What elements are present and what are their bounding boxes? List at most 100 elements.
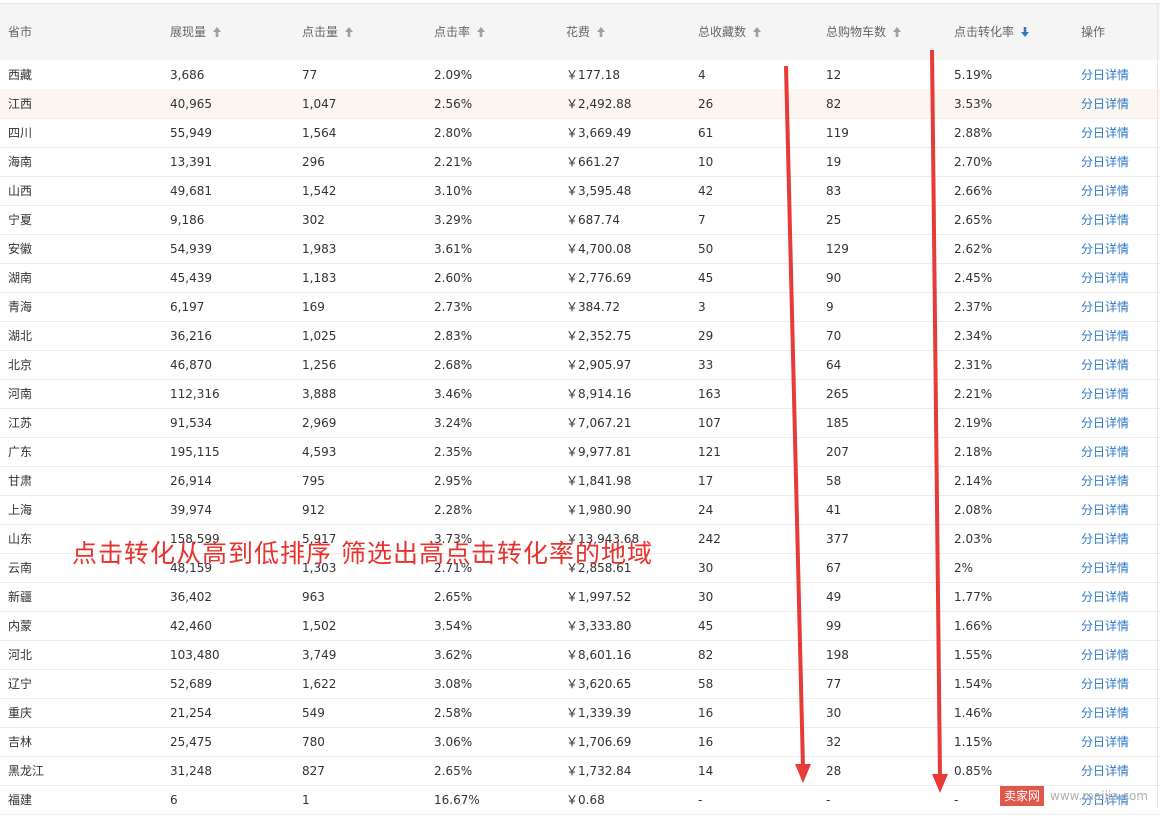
daily-detail-link[interactable]: 分日详情 bbox=[1081, 524, 1129, 553]
daily-detail-link[interactable]: 分日详情 bbox=[1081, 582, 1129, 611]
cell-favorites: 17 bbox=[698, 474, 714, 488]
sort-up-icon[interactable] bbox=[892, 26, 902, 38]
cell-ctr: 2.65% bbox=[434, 590, 473, 604]
col-header-impressions[interactable]: 展现量 bbox=[170, 4, 222, 60]
sort-up-icon[interactable] bbox=[596, 26, 606, 38]
cell-favorites: 242 bbox=[698, 532, 721, 546]
cell-favorites: 26 bbox=[698, 97, 714, 111]
daily-detail-link[interactable]: 分日详情 bbox=[1081, 553, 1129, 582]
cell-impressions: 3,686 bbox=[170, 68, 205, 82]
daily-detail-link[interactable]: 分日详情 bbox=[1081, 263, 1129, 292]
cell-province: 山东 bbox=[8, 532, 33, 546]
cell-province: 江苏 bbox=[8, 416, 33, 430]
cell-cost: ￥8,601.16 bbox=[566, 648, 632, 662]
cell-clicks: 780 bbox=[302, 735, 325, 749]
table-row: 青海 6,197 169 2.73% ￥384.72 3 9 2.37% 分日详情 bbox=[0, 292, 1160, 322]
table-row: 河北 103,480 3,749 3.62% ￥8,601.16 82 198 1.55% 分日… bbox=[0, 640, 1160, 670]
daily-detail-link[interactable]: 分日详情 bbox=[1081, 466, 1129, 495]
cell-province: 安徽 bbox=[8, 242, 33, 256]
cell-favorites: 163 bbox=[698, 387, 721, 401]
daily-detail-link[interactable]: 分日详情 bbox=[1081, 727, 1129, 756]
cell-province: 内蒙 bbox=[8, 619, 33, 633]
cell-province: 北京 bbox=[8, 358, 33, 372]
cell-carts: 64 bbox=[826, 358, 842, 372]
col-header-cvr[interactable]: 点击转化率 bbox=[954, 4, 1030, 60]
cell-impressions: 26,914 bbox=[170, 474, 212, 488]
cell-carts: 58 bbox=[826, 474, 842, 488]
cell-favorites: 30 bbox=[698, 590, 714, 604]
cell-carts: 129 bbox=[826, 242, 849, 256]
cell-impressions: 31,248 bbox=[170, 764, 212, 778]
sort-down-icon[interactable] bbox=[1020, 26, 1030, 38]
daily-detail-link[interactable]: 分日详情 bbox=[1081, 118, 1129, 147]
cell-cost: ￥1,841.98 bbox=[566, 474, 632, 488]
daily-detail-link[interactable]: 分日详情 bbox=[1081, 437, 1129, 466]
col-header-ctr[interactable]: 点击率 bbox=[434, 4, 486, 60]
sort-up-icon[interactable] bbox=[752, 26, 762, 38]
col-label: 总购物车数 bbox=[826, 25, 887, 39]
col-header-favorites[interactable]: 总收藏数 bbox=[698, 4, 762, 60]
table-row: 新疆 36,402 963 2.65% ￥1,997.52 30 49 1.77% 分日详情 bbox=[0, 582, 1160, 612]
daily-detail-link[interactable]: 分日详情 bbox=[1081, 611, 1129, 640]
daily-detail-link[interactable]: 分日详情 bbox=[1081, 669, 1129, 698]
col-header-clicks[interactable]: 点击量 bbox=[302, 4, 354, 60]
cell-carts: 9 bbox=[826, 300, 834, 314]
cell-cost: ￥3,333.80 bbox=[566, 619, 632, 633]
col-label: 省市 bbox=[8, 25, 33, 39]
sort-up-icon[interactable] bbox=[344, 26, 354, 38]
cell-favorites: 33 bbox=[698, 358, 714, 372]
cell-cost: ￥3,669.49 bbox=[566, 126, 632, 140]
cell-carts: 30 bbox=[826, 706, 842, 720]
col-label: 操作 bbox=[1081, 25, 1106, 39]
cell-favorites: 29 bbox=[698, 329, 714, 343]
sort-up-icon[interactable] bbox=[212, 26, 222, 38]
daily-detail-link[interactable]: 分日详情 bbox=[1081, 176, 1129, 205]
cell-province: 重庆 bbox=[8, 706, 33, 720]
cell-cvr: - bbox=[954, 793, 959, 807]
cell-province: 辽宁 bbox=[8, 677, 33, 691]
cell-clicks: 1,542 bbox=[302, 184, 337, 198]
daily-detail-link[interactable]: 分日详情 bbox=[1081, 234, 1129, 263]
cell-favorites: 45 bbox=[698, 271, 714, 285]
col-header-carts[interactable]: 总购物车数 bbox=[826, 4, 902, 60]
cell-favorites: 121 bbox=[698, 445, 721, 459]
cell-favorites: 45 bbox=[698, 619, 714, 633]
table-row: 湖北 36,216 1,025 2.83% ￥2,352.75 29 70 2.34% 分日详情 bbox=[0, 321, 1160, 351]
table-row: 宁夏 9,186 302 3.29% ￥687.74 7 25 2.65% 分日详情 bbox=[0, 205, 1160, 235]
cell-province: 吉林 bbox=[8, 735, 33, 749]
daily-detail-link[interactable]: 分日详情 bbox=[1081, 60, 1129, 89]
cell-clicks: 1,047 bbox=[302, 97, 337, 111]
daily-detail-link[interactable]: 分日详情 bbox=[1081, 495, 1129, 524]
table-row: 海南 13,391 296 2.21% ￥661.27 10 19 2.70% 分日详情 bbox=[0, 147, 1160, 177]
daily-detail-link[interactable]: 分日详情 bbox=[1081, 379, 1129, 408]
cell-cvr: 2.31% bbox=[954, 358, 993, 372]
cell-cost: ￥1,997.52 bbox=[566, 590, 632, 604]
cell-province: 宁夏 bbox=[8, 213, 33, 227]
sort-up-icon[interactable] bbox=[476, 26, 486, 38]
cell-ctr: 2.80% bbox=[434, 126, 473, 140]
daily-detail-link[interactable]: 分日详情 bbox=[1081, 408, 1129, 437]
cell-impressions: 195,115 bbox=[170, 445, 220, 459]
cell-carts: 19 bbox=[826, 155, 842, 169]
daily-detail-link[interactable]: 分日详情 bbox=[1081, 292, 1129, 321]
col-label: 点击量 bbox=[302, 25, 339, 39]
daily-detail-link[interactable]: 分日详情 bbox=[1081, 640, 1129, 669]
cell-impressions: 40,965 bbox=[170, 97, 212, 111]
daily-detail-link[interactable]: 分日详情 bbox=[1081, 756, 1129, 785]
daily-detail-link[interactable]: 分日详情 bbox=[1081, 698, 1129, 727]
daily-detail-link[interactable]: 分日详情 bbox=[1081, 321, 1129, 350]
watermark-brand: 卖家网 bbox=[1000, 786, 1045, 806]
daily-detail-link[interactable]: 分日详情 bbox=[1081, 89, 1129, 118]
cell-clicks: 1,183 bbox=[302, 271, 337, 285]
daily-detail-link[interactable]: 分日详情 bbox=[1081, 147, 1129, 176]
col-header-cost[interactable]: 花费 bbox=[566, 4, 606, 60]
cell-ctr: 2.56% bbox=[434, 97, 473, 111]
watermark: 卖家网 www.maijia.com bbox=[1000, 786, 1148, 806]
daily-detail-link[interactable]: 分日详情 bbox=[1081, 350, 1129, 379]
cell-favorites: 24 bbox=[698, 503, 714, 517]
cell-cvr: 2.08% bbox=[954, 503, 993, 517]
daily-detail-link[interactable]: 分日详情 bbox=[1081, 205, 1129, 234]
cell-cvr: 2.88% bbox=[954, 126, 993, 140]
cell-impressions: 112,316 bbox=[170, 387, 220, 401]
scrollbar-track[interactable] bbox=[1157, 4, 1158, 808]
